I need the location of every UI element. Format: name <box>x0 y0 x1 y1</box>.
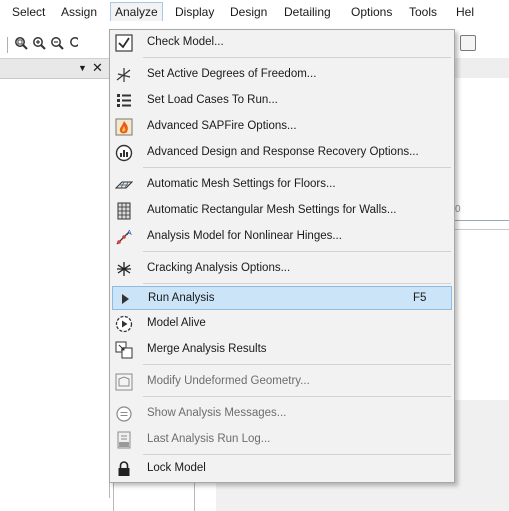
run-log-icon <box>117 431 131 449</box>
zoom-out-icon[interactable] <box>50 36 64 50</box>
messages-icon <box>116 406 132 422</box>
wall-mesh-icon <box>117 202 131 220</box>
menu-item-show-analysis-messages[interactable]: Show Analysis Messages... <box>110 402 454 426</box>
menu-item-label: Set Load Cases To Run... <box>147 94 278 106</box>
menu-select[interactable]: Select <box>8 3 49 21</box>
panel-header: ▼ ✕ <box>0 58 110 79</box>
menu-item-mesh-floors[interactable]: Automatic Mesh Settings for Floors... <box>110 173 454 197</box>
menu-design[interactable]: Design <box>226 3 271 21</box>
background-field: 0 <box>453 200 509 235</box>
zoom-window-icon[interactable] <box>14 36 28 50</box>
menu-item-label: Last Analysis Run Log... <box>147 433 271 445</box>
menu-separator <box>143 364 451 365</box>
menu-item-label: Show Analysis Messages... <box>147 407 287 419</box>
menu-item-modify-undeformed-geometry[interactable]: Modify Undeformed Geometry... <box>110 370 454 394</box>
menu-analyze[interactable]: Analyze <box>110 2 163 21</box>
lock-icon <box>118 461 130 476</box>
menu-item-label: Set Active Degrees of Freedom... <box>147 68 317 80</box>
menu-separator <box>143 251 451 252</box>
menu-item-label: Merge Analysis Results <box>147 343 267 355</box>
toolbar-button-right[interactable] <box>460 35 476 51</box>
svg-text:A: A <box>127 230 132 237</box>
run-analysis-icon <box>122 294 129 304</box>
nonlinear-hinges-icon: A <box>116 230 132 245</box>
menu-item-set-active-dof[interactable]: Set Active Degrees of Freedom... <box>110 63 454 87</box>
undeformed-geometry-icon <box>115 373 133 391</box>
menu-item-label: Check Model... <box>147 36 224 48</box>
menu-options[interactable]: Options <box>347 3 396 21</box>
analyze-dropdown-menu: Check Model... Set Active Degrees of Fre… <box>109 29 455 483</box>
toolbar-separator <box>7 37 8 53</box>
zoom-extents-icon[interactable] <box>68 36 78 50</box>
menu-item-model-alive[interactable]: Model Alive <box>110 312 454 336</box>
background-field-value: 0 <box>455 204 461 215</box>
viewport-header <box>454 58 509 78</box>
check-icon <box>115 34 133 52</box>
merge-results-icon <box>115 341 133 359</box>
menu-item-nonlinear-hinges[interactable]: A Analysis Model for Nonlinear Hinges... <box>110 225 454 249</box>
menubar: Select Assign Analyze Display Design Det… <box>0 0 509 22</box>
menu-separator <box>143 57 451 58</box>
menu-item-label: Cracking Analysis Options... <box>147 262 291 274</box>
menu-item-label: Modify Undeformed Geometry... <box>147 375 310 387</box>
menu-item-advanced-sapfire[interactable]: Advanced SAPFire Options... <box>110 115 454 139</box>
menu-display[interactable]: Display <box>171 3 218 21</box>
background-field-line <box>453 220 509 221</box>
menu-item-label: Run Analysis <box>148 292 215 304</box>
panel-collapse-icon[interactable]: ▼ <box>78 63 87 73</box>
panel-close-icon[interactable]: ✕ <box>92 60 103 76</box>
menu-detailing[interactable]: Detailing <box>280 3 335 21</box>
background-field-line-secondary <box>453 229 509 230</box>
cracking-icon <box>117 262 131 276</box>
background-column <box>113 482 195 511</box>
menu-item-label: Lock Model <box>147 462 206 474</box>
panel-divider <box>0 78 110 79</box>
menu-item-shortcut: F5 <box>413 292 427 304</box>
menu-item-label: Automatic Mesh Settings for Floors... <box>147 178 336 190</box>
menu-assign[interactable]: Assign <box>57 3 101 21</box>
menu-item-set-load-cases[interactable]: Set Load Cases To Run... <box>110 89 454 113</box>
floor-mesh-icon <box>115 181 133 189</box>
menu-separator <box>143 167 451 168</box>
menu-item-label: Advanced SAPFire Options... <box>147 120 297 132</box>
zoom-in-icon[interactable] <box>32 36 46 50</box>
menu-item-label: Advanced Design and Response Recovery Op… <box>147 146 419 158</box>
menu-item-check-model[interactable]: Check Model... <box>110 31 454 55</box>
response-recovery-icon <box>115 144 133 162</box>
menu-tools[interactable]: Tools <box>405 3 441 21</box>
menu-item-advanced-design-response[interactable]: Advanced Design and Response Recovery Op… <box>110 141 454 165</box>
menu-item-merge-results[interactable]: Merge Analysis Results <box>110 338 454 362</box>
load-cases-icon <box>117 94 131 107</box>
degrees-of-freedom-icon <box>116 68 131 82</box>
menu-item-mesh-walls[interactable]: Automatic Rectangular Mesh Settings for … <box>110 199 454 223</box>
model-alive-icon <box>115 315 133 333</box>
menu-separator <box>143 396 451 397</box>
sapfire-icon <box>115 118 133 136</box>
menu-item-label: Model Alive <box>147 317 206 329</box>
menu-item-run-analysis[interactable]: Run Analysis F5 <box>112 286 452 310</box>
menu-item-cracking-analysis[interactable]: Cracking Analysis Options... <box>110 257 454 281</box>
menu-separator <box>143 454 451 455</box>
menu-separator <box>143 283 451 284</box>
menu-item-label: Analysis Model for Nonlinear Hinges... <box>147 230 342 242</box>
menu-item-lock-model[interactable]: Lock Model <box>110 457 454 481</box>
menu-item-label: Automatic Rectangular Mesh Settings for … <box>147 204 397 216</box>
menu-help[interactable]: Hel <box>452 3 478 21</box>
menu-item-last-run-log[interactable]: Last Analysis Run Log... <box>110 428 454 452</box>
